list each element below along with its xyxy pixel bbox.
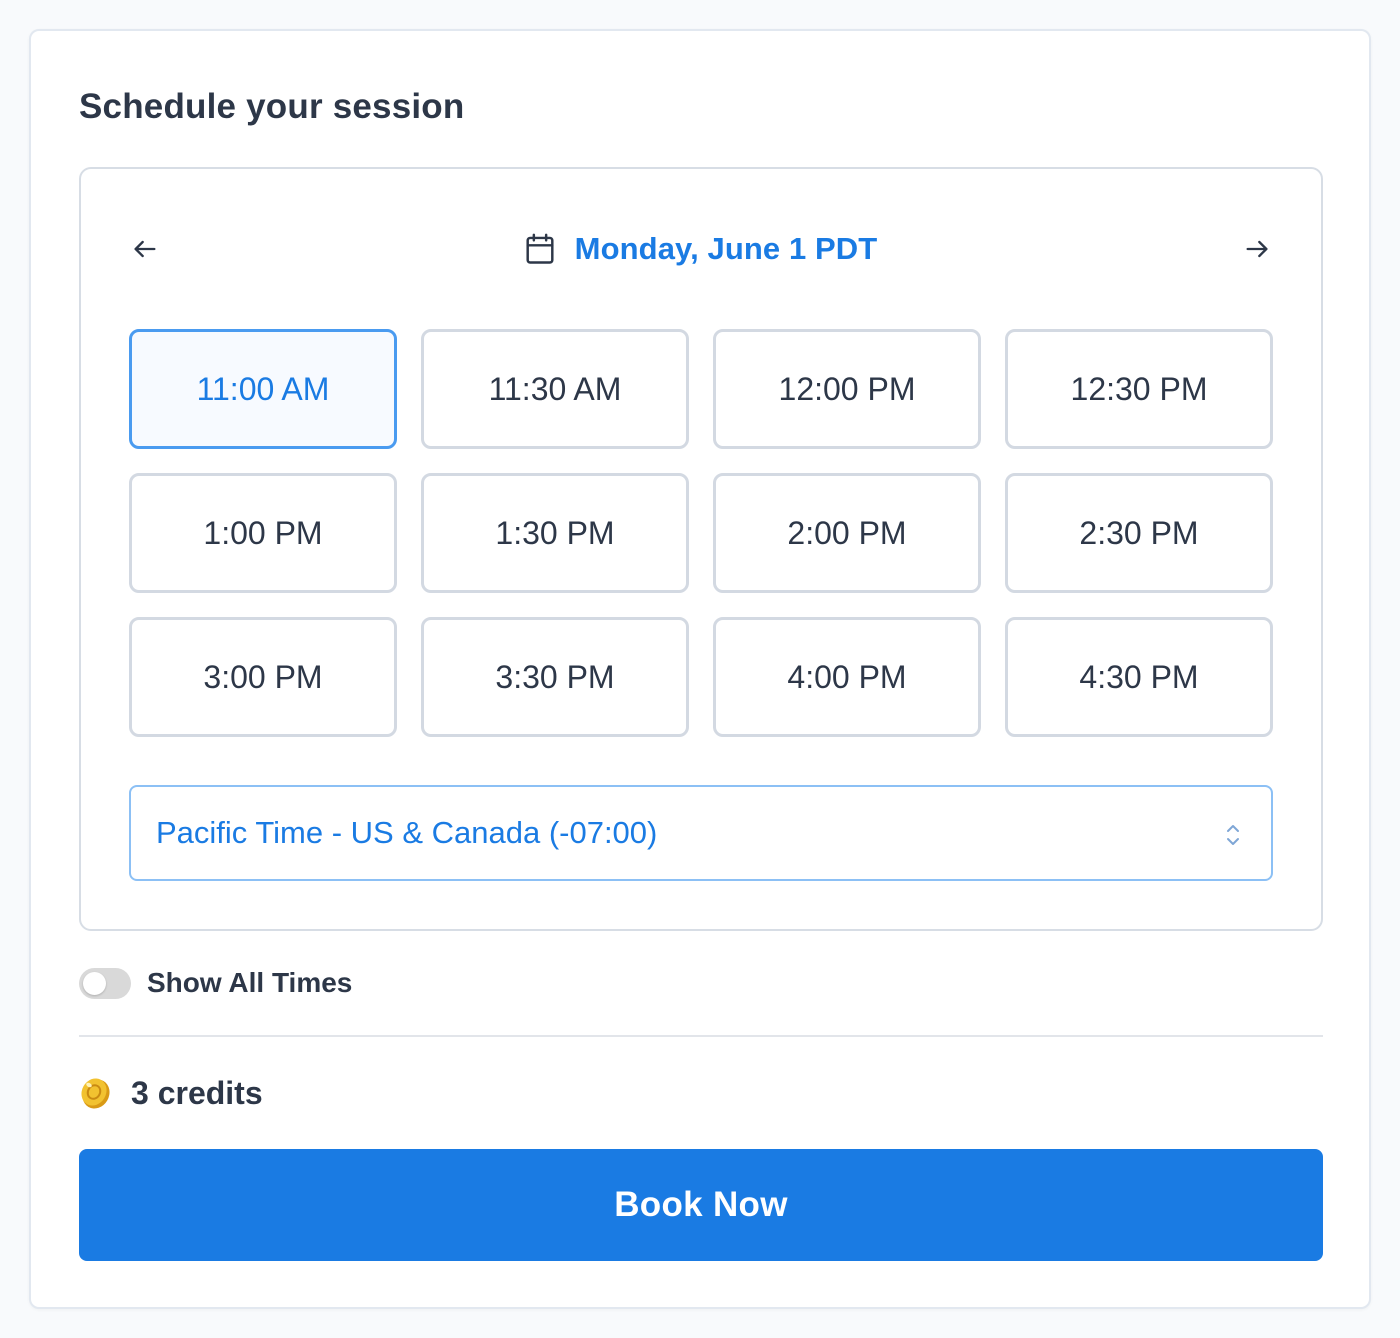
time-slot[interactable]: 12:00 PM: [713, 329, 981, 449]
schedule-card: Schedule your session Monday, June 1 PDT: [29, 29, 1371, 1309]
time-slot[interactable]: 11:00 AM: [129, 329, 397, 449]
selected-date[interactable]: Monday, June 1 PDT: [575, 231, 878, 267]
arrow-right-icon: [1246, 240, 1268, 258]
show-all-times-toggle[interactable]: [79, 967, 131, 999]
time-slot[interactable]: 4:00 PM: [713, 617, 981, 737]
calendar-panel: Monday, June 1 PDT 11:00 AM 11:30 AM 12:…: [79, 167, 1323, 931]
time-slot[interactable]: 12:30 PM: [1005, 329, 1273, 449]
credits-row: 3 credits: [79, 1071, 263, 1115]
time-slot[interactable]: 2:30 PM: [1005, 473, 1273, 593]
calendar-icon: [526, 233, 554, 264]
chevron-up-down-icon: [1227, 825, 1239, 845]
book-now-button[interactable]: Book Now: [79, 1149, 1323, 1261]
show-all-times-label: Show All Times: [147, 967, 353, 998]
next-day-button[interactable]: [1237, 229, 1277, 269]
time-slot[interactable]: 1:00 PM: [129, 473, 397, 593]
time-slot[interactable]: 3:30 PM: [421, 617, 689, 737]
time-slot-grid: 11:00 AM 11:30 AM 12:00 PM 12:30 PM 1:00…: [129, 329, 1273, 737]
time-slot[interactable]: 4:30 PM: [1005, 617, 1273, 737]
time-slot[interactable]: 11:30 AM: [421, 329, 689, 449]
divider: [79, 1035, 1323, 1037]
toggle-knob: [83, 971, 106, 995]
time-slot[interactable]: 2:00 PM: [713, 473, 981, 593]
date-header: Monday, June 1 PDT: [81, 231, 1321, 267]
time-slot[interactable]: 3:00 PM: [129, 617, 397, 737]
coin-icon: [81, 1078, 110, 1109]
time-slot[interactable]: 1:30 PM: [421, 473, 689, 593]
timezone-value: Pacific Time - US & Canada (-07:00): [156, 815, 658, 850]
show-all-times-row: Show All Times: [79, 967, 352, 999]
credits-label: 3 credits: [131, 1074, 263, 1111]
timezone-select[interactable]: Pacific Time - US & Canada (-07:00): [129, 785, 1273, 881]
page-title: Schedule your session: [79, 87, 465, 126]
